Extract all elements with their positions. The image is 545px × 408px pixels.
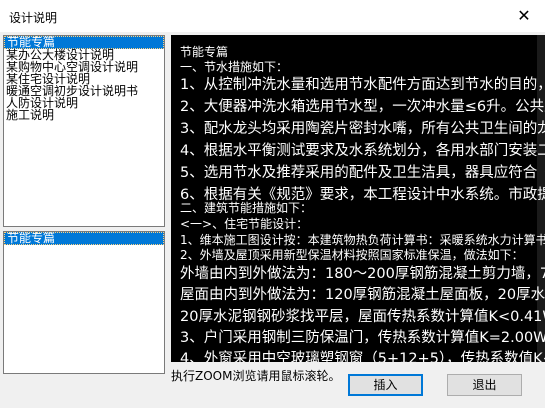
preview-line: 2、大便器冲洗水箱选用节水型，一次冲水量≤6升。公共卫生间洗手盆及小便器均采用 — [180, 99, 545, 115]
preview-line: 二、建筑节能措施如下： — [180, 201, 313, 215]
preview-line: <一>、住宅节能设计： — [180, 217, 309, 231]
sub-list-item[interactable]: 节能专篇 — [4, 232, 164, 245]
preview-line: 屋面由内到外做法为：120厚钢筋混凝土屋面板，20厚水泥砂浆找坡层，20厚水泥 — [180, 287, 545, 303]
zoom-hint: 执行ZOOM浏览请用鼠标滚轮。 — [171, 369, 341, 383]
window-title: 设计说明 — [9, 11, 58, 25]
sub-item-list[interactable]: 节能专篇 — [3, 231, 165, 374]
category-list-item[interactable]: 施工说明 — [4, 109, 164, 121]
preview-line: 外墙由内到外做法为：180～200厚钢筋混凝土剪力墙，70厚挤塑聚苯板；外墙传 — [180, 266, 545, 282]
preview-line: 4、外窗采用中空玻璃塑钢窗（5+12+5），传热系数值K<2.8W/m²·K。 — [180, 351, 545, 362]
preview-line: 3、户门采用钢制三防保温门，传热系数计算值K=2.00W/m²·K。 — [180, 330, 545, 346]
title-bar: 设计说明 ✕ — [0, 0, 545, 32]
preview-line: 5、选用节水及推荐采用的配件及卫生洁具，器具应符合《节水型生活用水器具》（CJ/ — [180, 165, 545, 181]
close-icon[interactable]: ✕ — [513, 5, 535, 27]
preview-line: 3、配水龙头均采用陶瓷片密封水嘴，所有公共卫生间的龙头采用红外线感应龙头（非自 — [180, 121, 545, 137]
exit-button[interactable]: 退出 — [447, 374, 522, 396]
preview-line: 20厚水泥钢钢砂浆找平层，屋面传热系数计算值K<0.41W/m²·K； — [180, 309, 545, 325]
preview-pane[interactable]: 节能专篇一、节水措施如下：1、从控制冲洗水量和选用节水配件方面达到节水的目的，并… — [171, 35, 545, 362]
preview-line: 2、外墙及屋顶采用新型保温材料按照国家标准保温，做法如下： — [180, 248, 524, 262]
preview-line: 4、根据水平衡测试要求及水系统划分，各用水部门安装二级水表，水表安装在地下一层 — [180, 143, 545, 159]
insert-button[interactable]: 插入 — [348, 374, 423, 396]
category-list[interactable]: 节能专篇 某办公大楼设计说明 某购物中心空调设计说明 某住宅设计说明 暖通空调初步设计说… — [3, 35, 165, 227]
preview-line: 1、从控制冲洗水量和选用节水配件方面达到节水的目的，并尽量减少跑、冒、滴、漏。 — [180, 77, 545, 93]
dialog-client: 节能专篇 某办公大楼设计说明 某购物中心空调设计说明 某住宅设计说明 暖通空调初步设计说… — [0, 32, 545, 408]
